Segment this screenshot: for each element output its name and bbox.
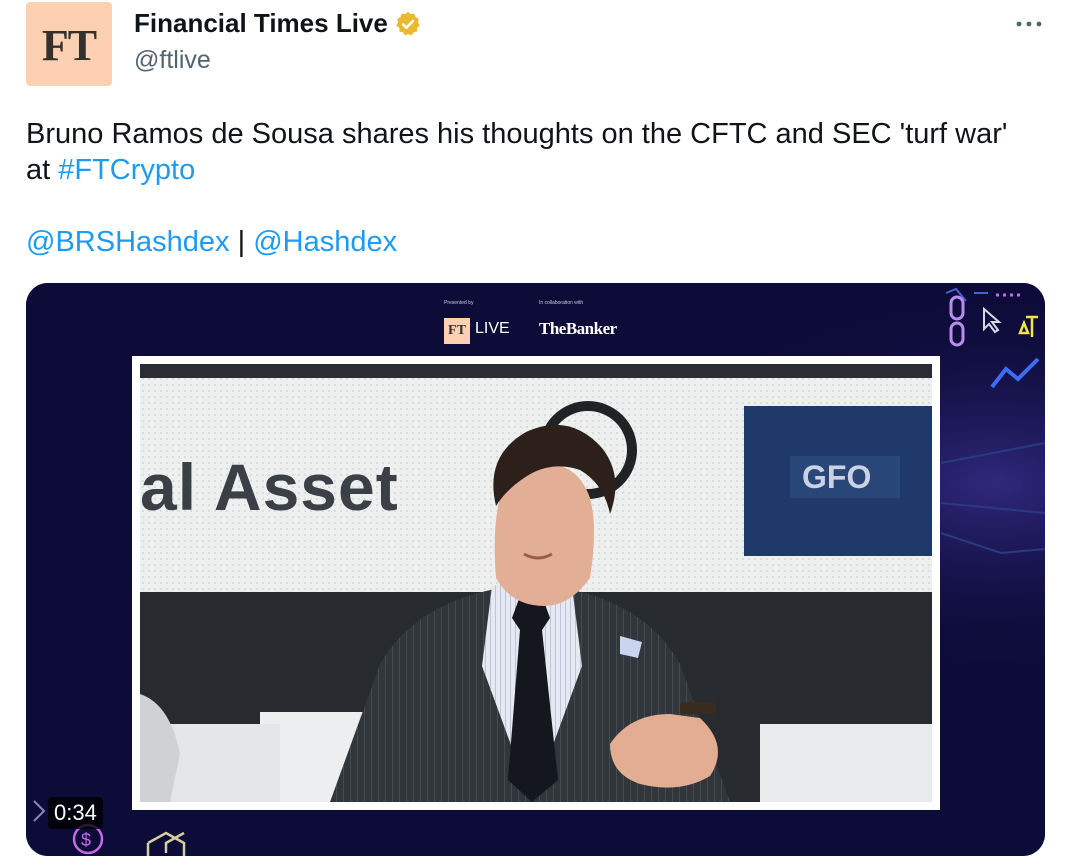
sponsor-logo-text: GFO (802, 459, 871, 495)
collaboration-label: In collaboration with (539, 300, 584, 306)
ft-live-text: LIVE (475, 320, 510, 337)
verified-badge-icon (396, 11, 420, 35)
svg-text:$: $ (81, 830, 91, 850)
video-frame: GFO al Asset (132, 356, 940, 810)
author-name-row: Financial Times Live (134, 8, 422, 39)
presented-by-label: Presented by (444, 300, 474, 306)
hashtag-link[interactable]: #FTCrypto (58, 154, 195, 186)
mention-separator: | (229, 226, 254, 258)
the-banker-logo: TheBanker (539, 319, 617, 338)
speaker-scene-illustration: GFO al Asset (140, 364, 932, 802)
ft-live-logo: FT (444, 318, 470, 344)
mention-link-hashdex[interactable]: @Hashdex (253, 226, 397, 258)
video-duration-badge: 0:34 (48, 797, 103, 829)
avatar-logo-text: FT (41, 20, 97, 70)
video-scene: GFO al Asset (140, 364, 932, 802)
mention-link-brshashdex[interactable]: @BRSHashdex (26, 226, 230, 258)
video-player[interactable]: $ Presented by In collaboration with FT … (26, 283, 1045, 856)
author-handle[interactable]: @ftlive (134, 46, 211, 75)
display-name[interactable]: Financial Times Live (134, 8, 388, 39)
author-avatar[interactable]: FT (26, 2, 112, 86)
backdrop-text: al Asset (140, 450, 399, 524)
tweet-text: Bruno Ramos de Sousa shares his thoughts… (26, 116, 1036, 260)
more-options-icon[interactable] (1013, 14, 1045, 34)
